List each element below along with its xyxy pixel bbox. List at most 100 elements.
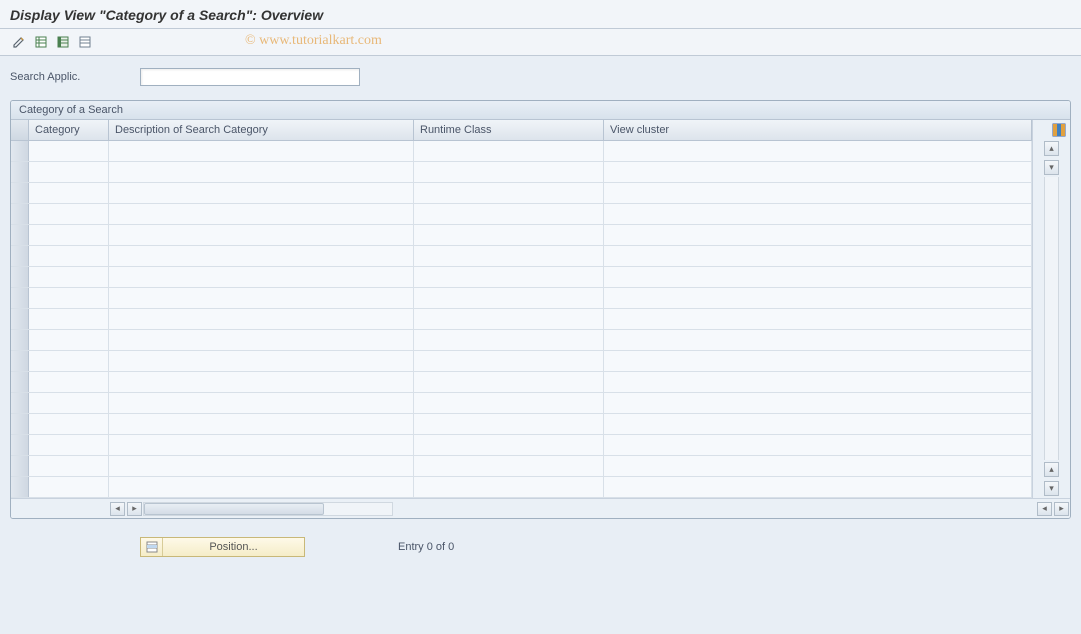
col-header-view-cluster[interactable]: View cluster [604, 120, 1032, 140]
cell[interactable] [29, 204, 109, 224]
cell[interactable] [29, 435, 109, 455]
row-selector[interactable] [11, 309, 29, 329]
cell[interactable] [414, 477, 604, 497]
col-header-category[interactable]: Category [29, 120, 109, 140]
scroll-down-button[interactable]: ▾ [1044, 481, 1059, 496]
row-selector[interactable] [11, 141, 29, 161]
row-selector[interactable] [11, 246, 29, 266]
row-selector-header[interactable] [11, 120, 29, 140]
cell[interactable] [414, 225, 604, 245]
cell[interactable] [604, 204, 1032, 224]
cell[interactable] [414, 162, 604, 182]
col-header-runtime[interactable]: Runtime Class [414, 120, 604, 140]
cell[interactable] [109, 414, 414, 434]
cell[interactable] [414, 288, 604, 308]
table-select-icon[interactable] [32, 33, 50, 51]
cell[interactable] [604, 141, 1032, 161]
cell[interactable] [604, 477, 1032, 497]
scroll-right-small-button[interactable]: ▸ [127, 502, 142, 516]
table-block-icon[interactable] [76, 33, 94, 51]
search-applic-input[interactable] [140, 68, 360, 86]
row-selector[interactable] [11, 372, 29, 392]
cell[interactable] [604, 393, 1032, 413]
vertical-scroll-track[interactable] [1044, 177, 1059, 460]
cell[interactable] [414, 393, 604, 413]
row-selector[interactable] [11, 393, 29, 413]
cell[interactable] [604, 309, 1032, 329]
cell[interactable] [109, 183, 414, 203]
cell[interactable] [414, 246, 604, 266]
row-selector[interactable] [11, 267, 29, 287]
cell[interactable] [414, 330, 604, 350]
cell[interactable] [414, 267, 604, 287]
cell[interactable] [109, 330, 414, 350]
pencil-icon[interactable] [10, 33, 28, 51]
cell[interactable] [414, 309, 604, 329]
cell[interactable] [414, 141, 604, 161]
row-selector[interactable] [11, 225, 29, 245]
cell[interactable] [29, 225, 109, 245]
cell[interactable] [29, 288, 109, 308]
cell[interactable] [29, 246, 109, 266]
cell[interactable] [414, 351, 604, 371]
cell[interactable] [109, 267, 414, 287]
cell[interactable] [604, 414, 1032, 434]
scroll-left-button[interactable]: ◂ [110, 502, 125, 516]
cell[interactable] [109, 141, 414, 161]
cell[interactable] [604, 183, 1032, 203]
cell[interactable] [604, 351, 1032, 371]
cell[interactable] [29, 162, 109, 182]
cell[interactable] [414, 183, 604, 203]
cell[interactable] [604, 372, 1032, 392]
scroll-right-button[interactable]: ▸ [1054, 502, 1069, 516]
row-selector[interactable] [11, 330, 29, 350]
position-button[interactable]: Position... [140, 537, 305, 557]
cell[interactable] [604, 246, 1032, 266]
cell[interactable] [109, 162, 414, 182]
cell[interactable] [109, 204, 414, 224]
cell[interactable] [29, 414, 109, 434]
cell[interactable] [29, 351, 109, 371]
cell[interactable] [109, 456, 414, 476]
row-selector[interactable] [11, 351, 29, 371]
scroll-left-end-button[interactable]: ◂ [1037, 502, 1052, 516]
horizontal-scroll-thumb[interactable] [144, 503, 324, 515]
horizontal-scroll-track[interactable] [143, 502, 393, 516]
cell[interactable] [109, 351, 414, 371]
cell[interactable] [604, 225, 1032, 245]
cell[interactable] [29, 372, 109, 392]
row-selector[interactable] [11, 288, 29, 308]
cell[interactable] [109, 246, 414, 266]
row-selector[interactable] [11, 477, 29, 497]
cell[interactable] [604, 435, 1032, 455]
cell[interactable] [604, 456, 1032, 476]
cell[interactable] [604, 267, 1032, 287]
configure-columns-icon[interactable] [1050, 121, 1068, 139]
cell[interactable] [109, 372, 414, 392]
cell[interactable] [604, 288, 1032, 308]
cell[interactable] [109, 393, 414, 413]
row-selector[interactable] [11, 162, 29, 182]
cell[interactable] [109, 435, 414, 455]
cell[interactable] [29, 477, 109, 497]
cell[interactable] [414, 456, 604, 476]
cell[interactable] [29, 183, 109, 203]
row-selector[interactable] [11, 204, 29, 224]
cell[interactable] [29, 330, 109, 350]
row-selector[interactable] [11, 456, 29, 476]
scroll-down-small-button[interactable]: ▾ [1044, 160, 1059, 175]
cell[interactable] [29, 456, 109, 476]
cell[interactable] [109, 477, 414, 497]
cell[interactable] [29, 309, 109, 329]
cell[interactable] [109, 225, 414, 245]
cell[interactable] [29, 393, 109, 413]
table-deselect-icon[interactable] [54, 33, 72, 51]
cell[interactable] [29, 141, 109, 161]
cell[interactable] [109, 309, 414, 329]
cell[interactable] [604, 330, 1032, 350]
cell[interactable] [604, 162, 1032, 182]
scroll-up-button[interactable]: ▴ [1044, 141, 1059, 156]
cell[interactable] [414, 372, 604, 392]
cell[interactable] [414, 435, 604, 455]
cell[interactable] [109, 288, 414, 308]
